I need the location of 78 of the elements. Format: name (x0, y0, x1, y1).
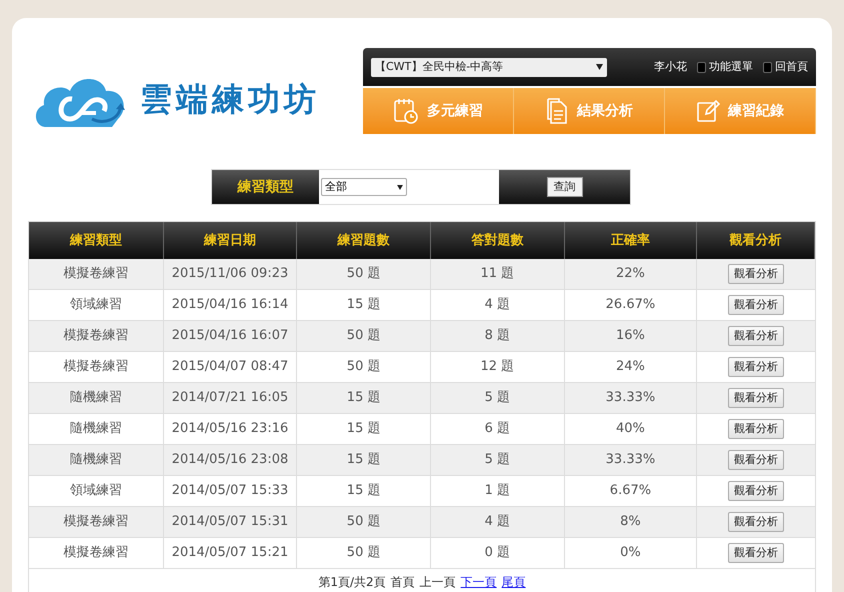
view-analysis-button[interactable]: 觀看分析 (728, 543, 784, 563)
exam-select[interactable]: 【CWT】全民中檢-中高等 (371, 58, 607, 76)
table-cell: 模擬卷練習 (29, 321, 164, 351)
view-analysis-button[interactable]: 觀看分析 (728, 512, 784, 532)
table-cell: 2014/05/07 15:21 (164, 538, 298, 568)
view-analysis-button[interactable]: 觀看分析 (728, 419, 784, 439)
view-analysis-button[interactable]: 觀看分析 (728, 264, 784, 284)
page-text: 上一頁 (420, 574, 456, 591)
table-cell: 2015/04/07 08:47 (164, 352, 298, 382)
view-analysis-button[interactable]: 觀看分析 (728, 295, 784, 315)
page-text: 第1頁/共2頁 (318, 574, 386, 591)
dropdown-arrow-icon (596, 64, 603, 70)
user-name: 李小花 (654, 58, 687, 75)
table-cell: 4 題 (430, 290, 565, 320)
table-cell: 模擬卷練習 (29, 538, 164, 568)
table-cell: 1 題 (430, 476, 565, 506)
view-analysis-button[interactable]: 觀看分析 (728, 326, 784, 346)
dropdown-arrow-icon (397, 184, 403, 190)
page-link[interactable]: 尾頁 (502, 573, 526, 591)
table-cell: 50 題 (297, 538, 431, 568)
document-icon (545, 97, 569, 125)
filter-label: 練習類型 (212, 170, 319, 204)
table-cell: 15 題 (297, 290, 431, 320)
table-cell: 隨機練習 (29, 445, 164, 475)
table-cell: 0% (564, 538, 698, 568)
table-cell: 26.67% (564, 290, 698, 320)
table-cell: 33.33% (564, 445, 698, 475)
site-title: 雲端練功坊 (140, 83, 320, 115)
table-cell: 50 題 (297, 259, 431, 289)
table-cell: 33.33% (564, 383, 698, 413)
table-cell: 2014/05/07 15:33 (164, 476, 298, 506)
table-cell: 8% (564, 507, 698, 537)
calendar-clock-icon (393, 97, 419, 125)
type-select[interactable]: 全部 (321, 178, 407, 196)
search-button[interactable]: 查詢 (546, 177, 582, 197)
page-text: 首頁 (390, 574, 415, 591)
table-cell: 2014/05/07 15:31 (164, 507, 298, 537)
table-cell: 15 題 (297, 445, 431, 475)
view-analysis-button[interactable]: 觀看分析 (728, 357, 784, 377)
table-cell: 6 題 (430, 414, 565, 444)
table-cell: 2015/11/06 09:23 (164, 259, 298, 289)
table-cell: 2014/05/16 23:08 (164, 445, 298, 475)
table-cell: 2014/05/16 23:16 (164, 414, 298, 444)
table-cell: 6.67% (564, 476, 698, 506)
table-cell: 15 題 (297, 414, 431, 444)
view-analysis-button[interactable]: 觀看分析 (728, 450, 784, 470)
table-cell: 0 題 (430, 538, 565, 568)
table-cell: 5 題 (430, 383, 565, 413)
edit-icon (696, 98, 720, 124)
view-analysis-button[interactable]: 觀看分析 (728, 481, 784, 501)
table-cell: 2014/07/21 16:05 (164, 383, 298, 413)
table-cell: 4 題 (430, 507, 565, 537)
table-cell: 40% (564, 414, 698, 444)
table-cell: 50 題 (297, 352, 431, 382)
top-link[interactable]: 功能選單 (697, 58, 753, 76)
top-link[interactable]: 回首頁 (763, 58, 808, 76)
table-cell: 隨機練習 (29, 383, 164, 413)
view-analysis-button[interactable]: 觀看分析 (728, 388, 784, 408)
table-cell: 11 題 (430, 259, 565, 289)
table-cell: 2015/04/16 16:07 (164, 321, 298, 351)
table-cell: 領域練習 (29, 290, 164, 320)
table-cell: 50 題 (297, 507, 431, 537)
table-cell: 5 題 (430, 445, 565, 475)
table-cell: 模擬卷練習 (29, 352, 164, 382)
table-cell: 2015/04/16 16:14 (164, 290, 298, 320)
table-cell: 16% (564, 321, 698, 351)
page-link[interactable]: 下一頁 (460, 573, 497, 591)
table-cell: 22% (564, 259, 698, 289)
table-cell: 領域練習 (29, 476, 164, 506)
table-cell: 15 題 (297, 476, 431, 506)
table-cell: 隨機練習 (29, 414, 164, 444)
table-cell: 模擬卷練習 (29, 259, 164, 289)
table-cell: 50 題 (297, 321, 431, 351)
table-cell: 15 題 (297, 383, 431, 413)
table-cell: 12 題 (430, 352, 565, 382)
table-cell: 8 題 (430, 321, 565, 351)
table-cell: 模擬卷練習 (29, 507, 164, 537)
table-cell: 24% (564, 352, 698, 382)
